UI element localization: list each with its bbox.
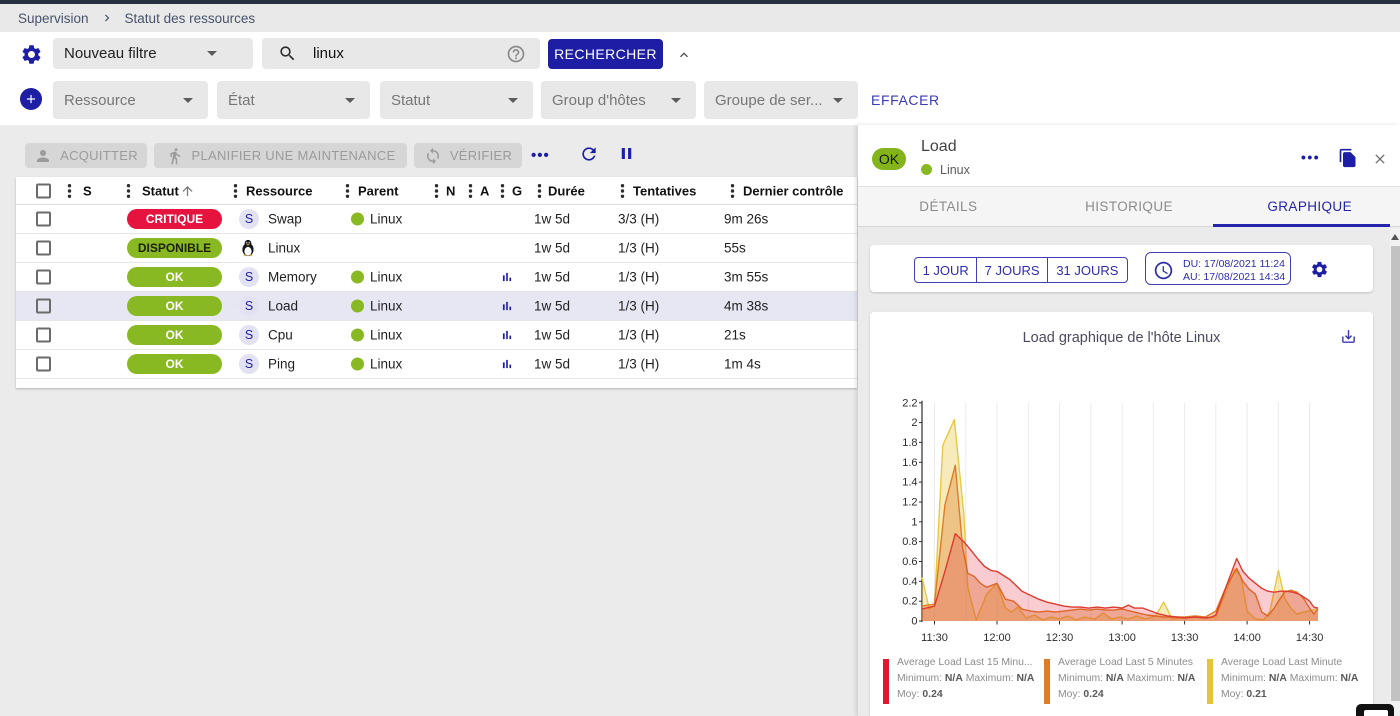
svg-text:13:00: 13:00	[1108, 632, 1136, 644]
svg-text:0: 0	[911, 616, 917, 628]
svg-text:14:30: 14:30	[1296, 632, 1324, 644]
svg-text:2: 2	[911, 417, 917, 429]
svg-text:1.2: 1.2	[902, 497, 917, 509]
svg-text:12:00: 12:00	[983, 632, 1011, 644]
svg-text:11:30: 11:30	[921, 632, 948, 644]
svg-text:1: 1	[911, 516, 917, 528]
svg-text:0.4: 0.4	[902, 576, 917, 588]
svg-text:0.8: 0.8	[902, 536, 917, 548]
svg-text:2.2: 2.2	[902, 397, 917, 409]
svg-text:0.6: 0.6	[902, 556, 917, 568]
svg-text:1.4: 1.4	[902, 477, 917, 489]
svg-text:1.8: 1.8	[902, 437, 917, 449]
svg-text:14:00: 14:00	[1233, 632, 1261, 644]
svg-text:0.2: 0.2	[902, 596, 917, 608]
svg-text:12:30: 12:30	[1046, 632, 1074, 644]
svg-text:13:30: 13:30	[1171, 632, 1199, 644]
svg-text:1.6: 1.6	[902, 457, 917, 469]
